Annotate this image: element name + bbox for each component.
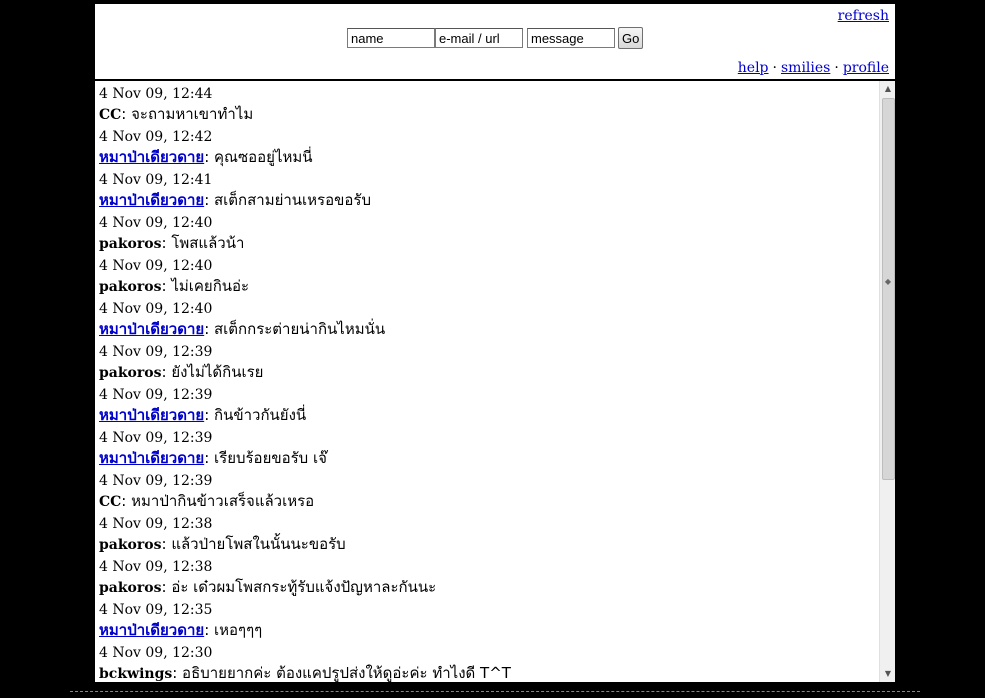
message-item: 4 Nov 09, 12:39 หมาป่าเดียวดาย: กินข้าวกั… (95, 385, 879, 425)
message-line: หมาป่าเดียวดาย: สเต็กกระต่ายน่ากินไหมนั่… (99, 319, 879, 339)
link-separator: · (834, 60, 839, 76)
message-line: pakoros: โพสแล้วน้า (99, 233, 879, 253)
scroll-grip-icon: ◆ (884, 277, 892, 286)
message-timestamp: 4 Nov 09, 12:39 (99, 473, 213, 489)
message-line: หมาป่าเดียวดาย: กินข้าวกันยังนี่ (99, 405, 879, 425)
message-timestamp: 4 Nov 09, 12:44 (99, 86, 213, 102)
message-item: 4 Nov 09, 12:44 CC: จะถามหาเขาทำไม (95, 84, 879, 124)
message-timestamp: 4 Nov 09, 12:40 (99, 258, 213, 274)
bottom-divider (70, 691, 920, 692)
message-text: : หมาป่ากินข้าวเสร็จแล้วเหรอ (121, 492, 315, 510)
message-text: : สเต็กสามย่านเหรอขอรับ (204, 191, 371, 209)
name-input[interactable] (347, 28, 435, 48)
message-line: pakoros: แล้วป่ายโพสในนั้นนะขอรับ (99, 534, 879, 554)
refresh-link[interactable]: refresh (838, 8, 889, 24)
message-list-scrollbar[interactable]: ▲ ◆ ▼ (879, 81, 895, 682)
message-line: pakoros: ยังไม่ได้กินเรย (99, 362, 879, 382)
author-name: pakoros (99, 537, 162, 553)
message-item: 4 Nov 09, 12:40 หมาป่าเดียวดาย: สเต็กกระต… (95, 299, 879, 339)
message-timestamp: 4 Nov 09, 12:40 (99, 215, 213, 231)
message-timestamp: 4 Nov 09, 12:42 (99, 129, 213, 145)
message-text: : คุณซออยู่ไหมนี่ (204, 148, 313, 166)
scroll-up-arrow-icon[interactable]: ▲ (880, 81, 896, 97)
post-form: Go (347, 27, 644, 49)
message-timestamp: 4 Nov 09, 12:39 (99, 387, 213, 403)
message-item: 4 Nov 09, 12:40 pakoros: โพสแล้วน้า (95, 213, 879, 253)
author-name: CC (99, 494, 122, 510)
message-timestamp: 4 Nov 09, 12:41 (99, 172, 213, 188)
message-line: หมาป่าเดียวดาย: สเต็กสามย่านเหรอขอรับ (99, 190, 879, 210)
help-link[interactable]: help (738, 60, 769, 76)
message-timestamp: 4 Nov 09, 12:38 (99, 516, 213, 532)
author-name: pakoros (99, 236, 162, 252)
message-item: 4 Nov 09, 12:40 pakoros: ไม่เคยกินอ่ะ (95, 256, 879, 296)
message-text: : เหอๆๆๆ (204, 621, 263, 639)
author-name: CC (99, 107, 122, 123)
message-text: : สเต็กกระต่ายน่ากินไหมนั่น (204, 320, 386, 338)
message-list: 4 Nov 09, 12:44 CC: จะถามหาเขาทำไม 4 Nov 0… (95, 81, 879, 682)
message-timestamp: 4 Nov 09, 12:38 (99, 559, 213, 575)
message-line: bckwings: อธิบายยากค่ะ ต้องแคปรูปส่งให้ด… (99, 663, 879, 682)
message-text: : อ่ะ เด๋วผมโพสกระทู้รับแจ้งปัญหาละกันนะ (161, 578, 437, 596)
message-item: 4 Nov 09, 12:39 pakoros: ยังไม่ได้กินเรย (95, 342, 879, 382)
message-text: : โพสแล้วน้า (161, 234, 245, 252)
message-timestamp: 4 Nov 09, 12:39 (99, 344, 213, 360)
message-timestamp: 4 Nov 09, 12:39 (99, 430, 213, 446)
message-line: pakoros: อ่ะ เด๋วผมโพสกระทู้รับแจ้งปัญหา… (99, 577, 879, 597)
help-links: help · smilies · profile (738, 60, 889, 76)
message-text: : แล้วป่ายโพสในนั้นนะขอรับ (161, 535, 346, 553)
scroll-thumb[interactable] (882, 98, 895, 480)
message-item: 4 Nov 09, 12:38 pakoros: แล้วป่ายโพสในนั้… (95, 514, 879, 554)
message-text: : เรียบร้อยขอรับ เจ๊ (204, 449, 327, 467)
message-line: หมาป่าเดียวดาย: เหอๆๆๆ (99, 620, 879, 640)
message-item: 4 Nov 09, 12:30 bckwings: อธิบายยากค่ะ ต้… (95, 643, 879, 682)
message-item: 4 Nov 09, 12:39 หมาป่าเดียวดาย: เรียบร้อย… (95, 428, 879, 468)
message-item: 4 Nov 09, 12:35 หมาป่าเดียวดาย: เหอๆๆๆ (95, 600, 879, 640)
profile-link[interactable]: profile (843, 60, 889, 76)
message-item: 4 Nov 09, 12:42 หมาป่าเดียวดาย: คุณซออยู่… (95, 127, 879, 167)
author-link[interactable]: หมาป่าเดียวดาย (99, 191, 204, 209)
message-line: หมาป่าเดียวดาย: เรียบร้อยขอรับ เจ๊ (99, 448, 879, 468)
message-text: : กินข้าวกันยังนี่ (204, 406, 307, 424)
message-item: 4 Nov 09, 12:41 หมาป่าเดียวดาย: สเต็กสามย… (95, 170, 879, 210)
message-line: CC: จะถามหาเขาทำไม (99, 104, 879, 124)
author-link[interactable]: หมาป่าเดียวดาย (99, 621, 204, 639)
author-name: pakoros (99, 365, 162, 381)
message-text: : อธิบายยากค่ะ ต้องแคปรูปส่งให้ดูอ่ะค่ะ … (172, 664, 511, 682)
author-link[interactable]: หมาป่าเดียวดาย (99, 406, 204, 424)
go-button[interactable]: Go (618, 27, 644, 49)
author-link[interactable]: หมาป่าเดียวดาย (99, 148, 204, 166)
scroll-down-arrow-icon[interactable]: ▼ (880, 666, 896, 682)
message-text: : ยังไม่ได้กินเรย (161, 363, 264, 381)
message-line: หมาป่าเดียวดาย: คุณซออยู่ไหมนี่ (99, 147, 879, 167)
author-name: pakoros (99, 279, 162, 295)
message-timestamp: 4 Nov 09, 12:40 (99, 301, 213, 317)
author-name: bckwings (99, 666, 173, 682)
message-item: 4 Nov 09, 12:38 pakoros: อ่ะ เด๋วผมโพสกระ… (95, 557, 879, 597)
message-input[interactable] (527, 28, 615, 48)
message-line: CC: หมาป่ากินข้าวเสร็จแล้วเหรอ (99, 491, 879, 511)
author-link[interactable]: หมาป่าเดียวดาย (99, 320, 204, 338)
shoutbox-panel: refresh Go help·smilies·profile 4 Nov 09… (95, 4, 895, 682)
message-text: : จะถามหาเขาทำไม (121, 105, 254, 123)
author-name: pakoros (99, 580, 162, 596)
message-item: 4 Nov 09, 12:39 CC: หมาป่ากินข้าวเสร็จแล้… (95, 471, 879, 511)
message-line: pakoros: ไม่เคยกินอ่ะ (99, 276, 879, 296)
link-separator: · (772, 60, 777, 76)
author-link[interactable]: หมาป่าเดียวดาย (99, 449, 204, 467)
message-timestamp: 4 Nov 09, 12:35 (99, 602, 213, 618)
message-text: : ไม่เคยกินอ่ะ (161, 277, 250, 295)
email-url-input[interactable] (435, 28, 523, 48)
message-timestamp: 4 Nov 09, 12:30 (99, 645, 213, 661)
smilies-link[interactable]: smilies (781, 60, 830, 76)
shoutbox-header: refresh Go help·smilies·profile (95, 4, 895, 81)
